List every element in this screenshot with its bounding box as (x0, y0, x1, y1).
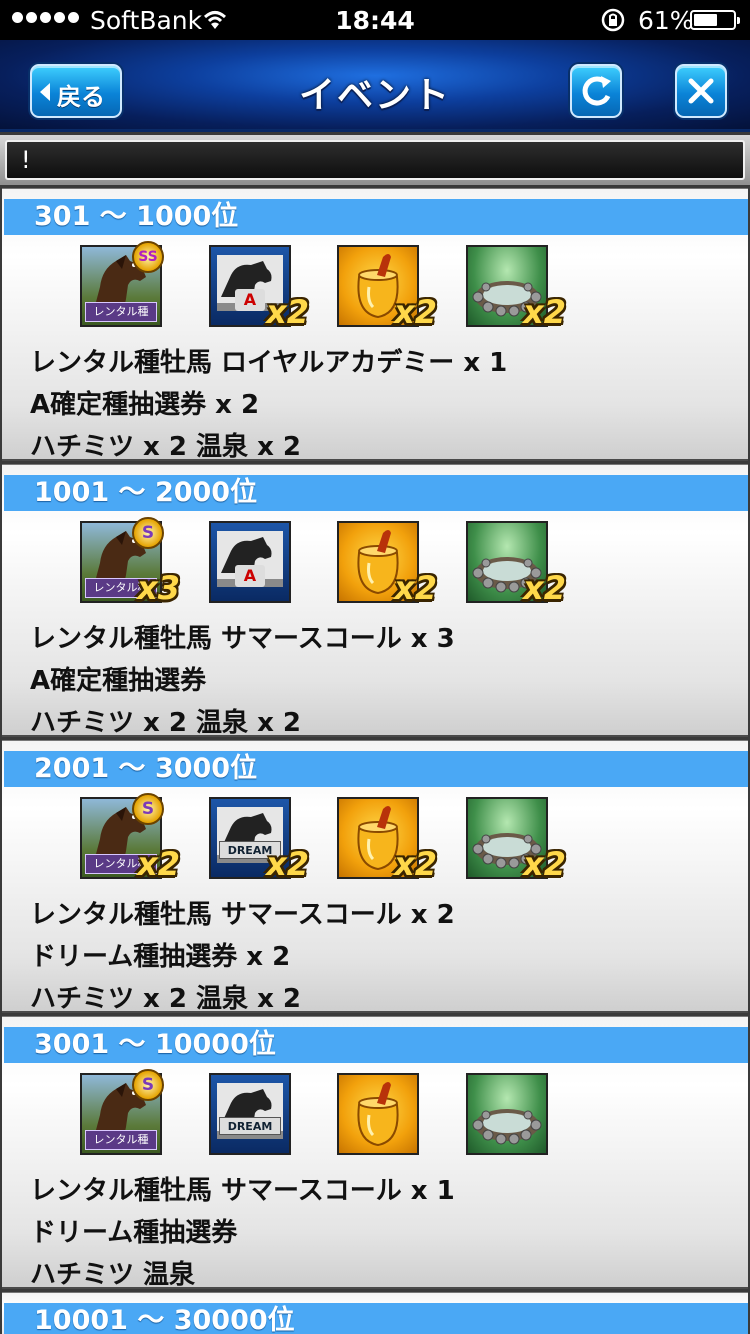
battery-percent: 61% (638, 6, 694, 35)
honey-jar-icon[interactable]: x2 (337, 521, 437, 607)
rental-tag: レンタル種 (85, 1130, 157, 1150)
reward-panel: 2001 〜 3000位 レンタル種 Sx2 DREAM x2 x2 x2 レンタ… (2, 740, 748, 1014)
grade-badge: SS (132, 241, 164, 273)
honey-jar-icon[interactable] (337, 1073, 419, 1155)
reward-line-items: ハチミツ x 2 温泉 x 2 (30, 984, 301, 1014)
quantity-multiplier: x2 (523, 293, 566, 331)
ticket-dream-mark: DREAM (219, 1117, 281, 1135)
reward-line-horse: レンタル種牡馬 サマースコール x 3 (30, 624, 455, 654)
reward-line-ticket: ドリーム種抽選券 (30, 1218, 238, 1248)
quantity-multiplier: x2 (523, 569, 566, 607)
reward-line-items: ハチミツ x 2 温泉 x 2 (30, 432, 301, 462)
rental-horse-icon[interactable]: レンタル種 S (80, 1069, 164, 1155)
rental-horse-icon[interactable]: レンタル種 Sx3 (80, 517, 180, 607)
battery-icon (690, 10, 740, 30)
reward-line-horse: レンタル種牡馬 サマースコール x 2 (30, 900, 455, 930)
rank-range-label: 301 〜 1000位 (4, 199, 748, 235)
lottery-ticket-icon[interactable]: DREAM x2 (209, 797, 309, 883)
quantity-multiplier: x2 (266, 845, 309, 883)
hot-spring-icon[interactable] (466, 1073, 548, 1155)
hot-spring-icon[interactable]: x2 (466, 521, 566, 607)
rotation-lock-icon (600, 7, 626, 39)
hot-spring-icon[interactable]: x2 (466, 797, 566, 883)
app-header: 戻る イベント (0, 40, 750, 132)
honey-jar-icon[interactable]: x2 (337, 797, 437, 883)
reward-panel: 3001 〜 10000位 レンタル種 S DREAM レンタル種牡馬 サマース… (2, 1016, 748, 1290)
lottery-ticket-icon[interactable]: DREAM (209, 1073, 291, 1155)
close-icon (688, 78, 714, 104)
lottery-ticket-icon[interactable]: Ax2 (209, 245, 309, 331)
close-button[interactable] (675, 64, 727, 118)
quantity-multiplier: x2 (394, 569, 437, 607)
reward-line-items: ハチミツ 温泉 (30, 1260, 196, 1290)
reward-list[interactable]: 301 〜 1000位 レンタル種 SS Ax2 x2 x2 レンタル種牡馬 ロ… (0, 188, 750, 1334)
page-title: イベント (298, 75, 451, 116)
reload-button[interactable] (570, 64, 622, 118)
reward-line-horse: レンタル種牡馬 サマースコール x 1 (30, 1176, 455, 1206)
lottery-ticket-icon[interactable]: A (209, 521, 291, 603)
reward-panel: 1001 〜 2000位 レンタル種 Sx3 A x2 x2 レンタル種牡馬 サ… (2, 464, 748, 738)
reward-line-ticket: ドリーム種抽選券 x 2 (30, 942, 291, 972)
rank-range-label: 3001 〜 10000位 (4, 1027, 748, 1063)
rank-range-label: 1001 〜 2000位 (4, 475, 748, 511)
reload-icon (582, 76, 611, 106)
reward-line-ticket: A確定種抽選券 x 2 (30, 390, 260, 420)
ticket-grade-mark: A (235, 565, 265, 587)
rank-range-label: 10001 〜 30000位 (4, 1303, 748, 1334)
ticket-grade-mark: A (235, 289, 265, 311)
quantity-multiplier: x2 (394, 293, 437, 331)
rental-horse-icon[interactable]: レンタル種 Sx2 (80, 793, 180, 883)
quantity-multiplier: x2 (523, 845, 566, 883)
rental-tag: レンタル種 (85, 302, 157, 322)
status-bar: SoftBank 18:44 61% (0, 0, 750, 40)
rental-horse-icon[interactable]: レンタル種 SS (80, 241, 164, 327)
reward-panel: 301 〜 1000位 レンタル種 SS Ax2 x2 x2 レンタル種牡馬 ロ… (2, 188, 748, 462)
grade-badge: S (132, 793, 164, 825)
honey-jar-icon[interactable]: x2 (337, 245, 437, 331)
grade-badge: S (132, 517, 164, 549)
notice-text: ! (5, 140, 745, 180)
rank-range-label: 2001 〜 3000位 (4, 751, 748, 787)
quantity-multiplier: x2 (394, 845, 437, 883)
quantity-multiplier: x3 (137, 569, 180, 607)
reward-line-horse: レンタル種牡馬 ロイヤルアカデミー x 1 (30, 348, 508, 378)
notice-bar: ! (0, 135, 750, 185)
reward-line-ticket: A確定種抽選券 (30, 666, 207, 696)
reward-line-items: ハチミツ x 2 温泉 x 2 (30, 708, 301, 738)
reward-panel: 10001 〜 30000位 (2, 1292, 748, 1334)
hot-spring-icon[interactable]: x2 (466, 245, 566, 331)
grade-badge: S (132, 1069, 164, 1101)
quantity-multiplier: x2 (266, 293, 309, 331)
quantity-multiplier: x2 (137, 845, 180, 883)
